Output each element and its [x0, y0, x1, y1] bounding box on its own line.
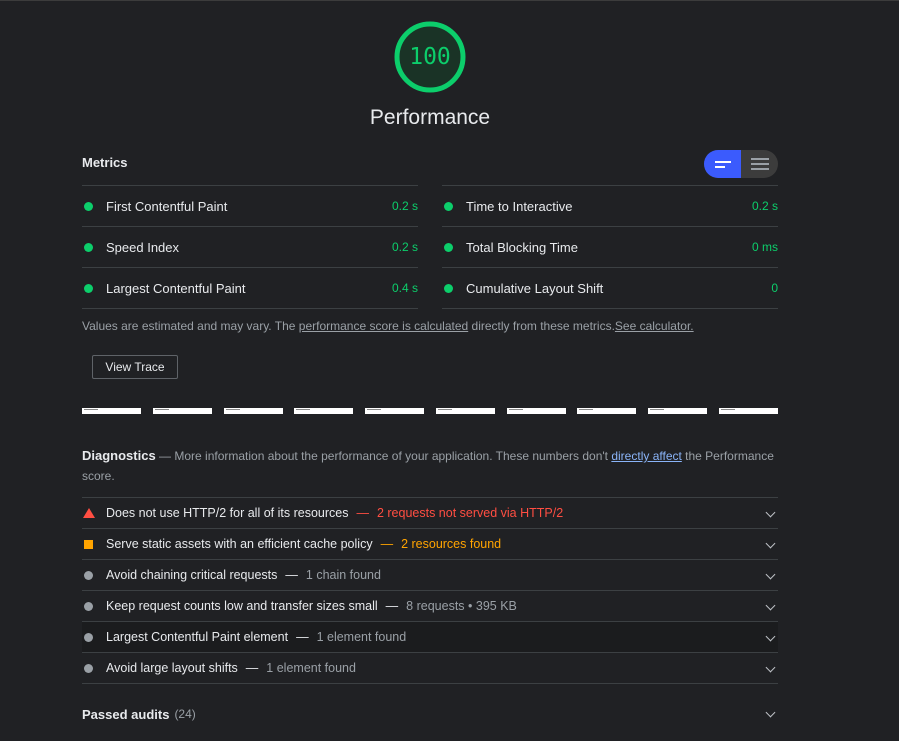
estimate-note: Values are estimated and may vary. The p… [82, 319, 694, 333]
diagnostics-audit-list: Does not use HTTP/2 for all of its resou… [82, 497, 778, 684]
filmstrip-frame [577, 408, 637, 414]
metric-cumulative-layout-shift: Cumulative Layout Shift 0 [442, 267, 778, 309]
metric-label: Cumulative Layout Shift [466, 280, 604, 296]
filmstrip-frame [223, 408, 283, 414]
diagnostics-dash: — [155, 449, 175, 463]
chevron-down-icon[interactable] [765, 707, 776, 718]
audit-detail: 1 element found [316, 630, 407, 644]
chevron-down-icon[interactable] [765, 600, 776, 611]
audit-title: Does not use HTTP/2 for all of its resou… [106, 506, 349, 520]
filmstrip-frame [435, 408, 495, 414]
metrics-heading: Metrics [82, 155, 128, 170]
info-circle-icon [84, 601, 93, 611]
audit-separator: — [285, 568, 298, 582]
filmstrip [82, 408, 778, 414]
audit-title: Largest Contentful Paint element [106, 630, 289, 644]
audit-title: Serve static assets with an efficient ca… [106, 537, 373, 551]
filmstrip-frame [648, 408, 708, 414]
directly-affect-link[interactable]: directly affect [611, 449, 681, 463]
compact-view-icon [750, 158, 769, 170]
audit-http2[interactable]: Does not use HTTP/2 for all of its resou… [82, 497, 778, 528]
info-circle-icon [84, 570, 93, 580]
pass-dot-icon [84, 283, 93, 293]
metrics-column-right: Time to Interactive 0.2 s Total Blocking… [442, 185, 778, 309]
audit-resource-summary[interactable]: Keep request counts low and transfer siz… [82, 590, 778, 621]
metric-value: 0.2 s [391, 240, 418, 254]
metrics-column-left: First Contentful Paint 0.2 s Speed Index… [82, 185, 418, 309]
metric-view-toggle[interactable] [704, 150, 778, 178]
warning-triangle-icon [83, 508, 95, 518]
info-circle-icon [84, 663, 93, 673]
chevron-down-icon[interactable] [765, 507, 776, 518]
metric-speed-index: Speed Index 0.2 s [82, 226, 418, 267]
audit-detail: 2 requests not served via HTTP/2 [376, 506, 564, 520]
audit-title: Keep request counts low and transfer siz… [106, 599, 378, 613]
diagnostics-text: More information about the performance o… [174, 449, 612, 463]
compact-view-button[interactable] [741, 150, 778, 178]
audit-detail: 1 chain found [305, 568, 381, 582]
passed-audits-count: (24) [174, 707, 196, 721]
audit-separator: — [380, 537, 394, 551]
view-trace-button[interactable]: View Trace [92, 355, 178, 379]
pass-dot-icon [84, 242, 93, 252]
see-calculator-link[interactable]: See calculator. [615, 319, 694, 333]
diagnostics-description: Diagnostics — More information about the… [82, 446, 778, 486]
passed-audits-toggle[interactable]: Passed audits (24) [82, 698, 778, 730]
audit-title: Avoid large layout shifts [106, 661, 238, 675]
chevron-down-icon[interactable] [765, 662, 776, 673]
audit-layout-shifts[interactable]: Avoid large layout shifts — 1 element fo… [82, 652, 778, 684]
average-square-icon [84, 539, 93, 549]
metric-label: First Contentful Paint [106, 198, 228, 214]
metric-value: 0 [771, 281, 778, 295]
metric-value: 0.4 s [391, 281, 418, 295]
chevron-down-icon[interactable] [765, 631, 776, 642]
passed-audits-title: Passed audits [82, 706, 170, 722]
audit-detail: 1 element found [266, 661, 356, 675]
metric-total-blocking-time: Total Blocking Time 0 ms [442, 226, 778, 267]
filmstrip-frame [82, 408, 141, 414]
filmstrip-frame [506, 408, 566, 414]
filmstrip-frame [365, 408, 425, 414]
note-prefix: Values are estimated and may vary. The [82, 319, 299, 333]
audit-separator: — [296, 630, 309, 644]
audit-title: Avoid chaining critical requests [106, 568, 278, 582]
audit-separator: — [245, 661, 259, 675]
expanded-view-button[interactable] [704, 150, 741, 178]
metric-first-contentful-paint: First Contentful Paint 0.2 s [82, 185, 418, 226]
audit-detail: 2 resources found [401, 537, 502, 551]
filmstrip-frame [152, 408, 212, 414]
chevron-down-icon[interactable] [765, 538, 776, 549]
metric-label: Total Blocking Time [466, 239, 578, 255]
audit-separator: — [356, 506, 369, 520]
note-middle: directly from these metrics. [468, 319, 615, 333]
metric-label: Speed Index [106, 239, 180, 255]
metric-time-to-interactive: Time to Interactive 0.2 s [442, 185, 778, 226]
metric-largest-contentful-paint: Largest Contentful Paint 0.4 s [82, 267, 418, 309]
audit-lcp-element[interactable]: Largest Contentful Paint element — 1 ele… [82, 621, 778, 652]
metric-value: 0.2 s [391, 199, 418, 213]
diagnostics-heading: Diagnostics [82, 448, 156, 463]
filmstrip-frame [718, 408, 778, 414]
score-calculated-link[interactable]: performance score is calculated [299, 319, 468, 333]
metric-label: Largest Contentful Paint [106, 280, 246, 296]
metric-value: 0 ms [751, 240, 778, 254]
audit-detail: 8 requests • 395 KB [406, 599, 517, 613]
gauge-score: 100 [409, 44, 451, 70]
filmstrip-frame [294, 408, 354, 414]
audit-cache-policy[interactable]: Serve static assets with an efficient ca… [82, 528, 778, 559]
pass-dot-icon [444, 283, 453, 293]
chevron-down-icon[interactable] [765, 569, 776, 580]
metric-value: 0.2 s [751, 199, 778, 213]
top-divider [0, 0, 899, 1]
audit-separator: — [385, 599, 399, 613]
pass-dot-icon [444, 201, 453, 211]
info-circle-icon [84, 632, 93, 642]
category-title: Performance [369, 106, 491, 129]
pass-dot-icon [444, 242, 453, 252]
audit-critical-request-chains[interactable]: Avoid chaining critical requests — 1 cha… [82, 559, 778, 590]
expanded-view-icon [714, 160, 731, 168]
performance-gauge[interactable]: 100 [393, 20, 467, 94]
pass-dot-icon [84, 201, 93, 211]
metric-label: Time to Interactive [466, 198, 573, 214]
